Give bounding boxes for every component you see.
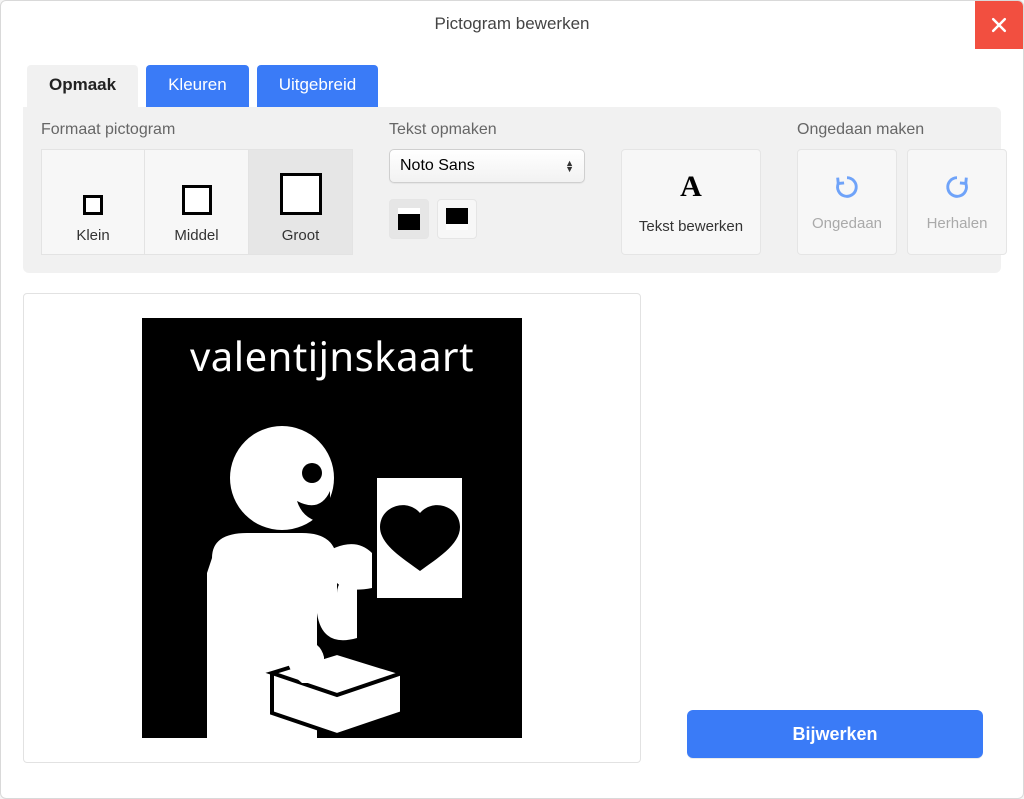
redo-button[interactable]: Herhalen bbox=[907, 149, 1007, 255]
pictogram-editor-dialog: Pictogram bewerken Opmaak Kleuren Uitgeb… bbox=[0, 0, 1024, 799]
tab-advanced[interactable]: Uitgebreid bbox=[257, 65, 379, 107]
square-icon bbox=[83, 195, 103, 215]
preview-row: valentijnskaart bbox=[23, 293, 1001, 763]
pictogram-preview: valentijnskaart bbox=[23, 293, 641, 763]
text-position-bottom[interactable] bbox=[437, 199, 477, 239]
format-size-medium[interactable]: Middel bbox=[145, 149, 249, 255]
tab-format[interactable]: Opmaak bbox=[27, 65, 138, 107]
dialog-content: Opmaak Kleuren Uitgebreid Formaat pictog… bbox=[1, 47, 1023, 785]
tab-colors[interactable]: Kleuren bbox=[146, 65, 249, 107]
undo-button[interactable]: Ongedaan bbox=[797, 149, 897, 255]
undo-label: Ongedaan bbox=[812, 215, 882, 232]
letter-a-icon: A bbox=[680, 170, 702, 204]
format-size-large[interactable]: Groot bbox=[249, 149, 353, 255]
text-bottom-icon bbox=[444, 206, 470, 232]
undo-group-title: Ongedaan maken bbox=[797, 121, 1007, 139]
text-top-icon bbox=[396, 206, 422, 232]
text-format-group: Tekst opmaken Noto Sans ▲▼ bbox=[389, 121, 585, 239]
pictogram-label: valentijnskaart bbox=[190, 328, 474, 383]
undo-icon bbox=[833, 173, 861, 201]
font-select-value: Noto Sans bbox=[400, 157, 475, 175]
close-icon bbox=[989, 15, 1009, 35]
undo-group: Ongedaan maken Ongedaan bbox=[797, 121, 1007, 255]
format-toolbar: Formaat pictogram Klein Middel Groot bbox=[23, 107, 1001, 273]
tabs: Opmaak Kleuren Uitgebreid bbox=[27, 65, 1001, 107]
update-button[interactable]: Bijwerken bbox=[687, 710, 983, 758]
square-icon bbox=[182, 185, 212, 215]
format-size-small-label: Klein bbox=[76, 227, 109, 244]
chevron-updown-icon: ▲▼ bbox=[565, 160, 574, 172]
close-button[interactable] bbox=[975, 1, 1023, 49]
pictogram: valentijnskaart bbox=[142, 318, 522, 738]
format-size-options: Klein Middel Groot bbox=[41, 149, 353, 255]
undo-row: Ongedaan Herhalen bbox=[797, 149, 1007, 255]
square-icon bbox=[280, 173, 322, 215]
edit-text-label: Tekst bewerken bbox=[639, 218, 743, 235]
redo-icon bbox=[943, 173, 971, 201]
dialog-title: Pictogram bewerken bbox=[435, 14, 590, 34]
format-size-large-label: Groot bbox=[282, 227, 320, 244]
text-format-title: Tekst opmaken bbox=[389, 121, 585, 139]
redo-label: Herhalen bbox=[927, 215, 988, 232]
format-size-small[interactable]: Klein bbox=[41, 149, 145, 255]
edit-text-group: A Tekst bewerken bbox=[621, 121, 761, 255]
text-position-row bbox=[389, 199, 585, 239]
pictogram-image bbox=[142, 383, 522, 743]
format-size-group: Formaat pictogram Klein Middel Groot bbox=[41, 121, 353, 255]
text-position-top[interactable] bbox=[389, 199, 429, 239]
format-size-medium-label: Middel bbox=[174, 227, 218, 244]
format-size-title: Formaat pictogram bbox=[41, 121, 353, 139]
font-select[interactable]: Noto Sans ▲▼ bbox=[389, 149, 585, 183]
edit-text-button[interactable]: A Tekst bewerken bbox=[621, 149, 761, 255]
dialog-titlebar: Pictogram bewerken bbox=[1, 1, 1023, 47]
valentine-card-icon bbox=[152, 383, 512, 743]
